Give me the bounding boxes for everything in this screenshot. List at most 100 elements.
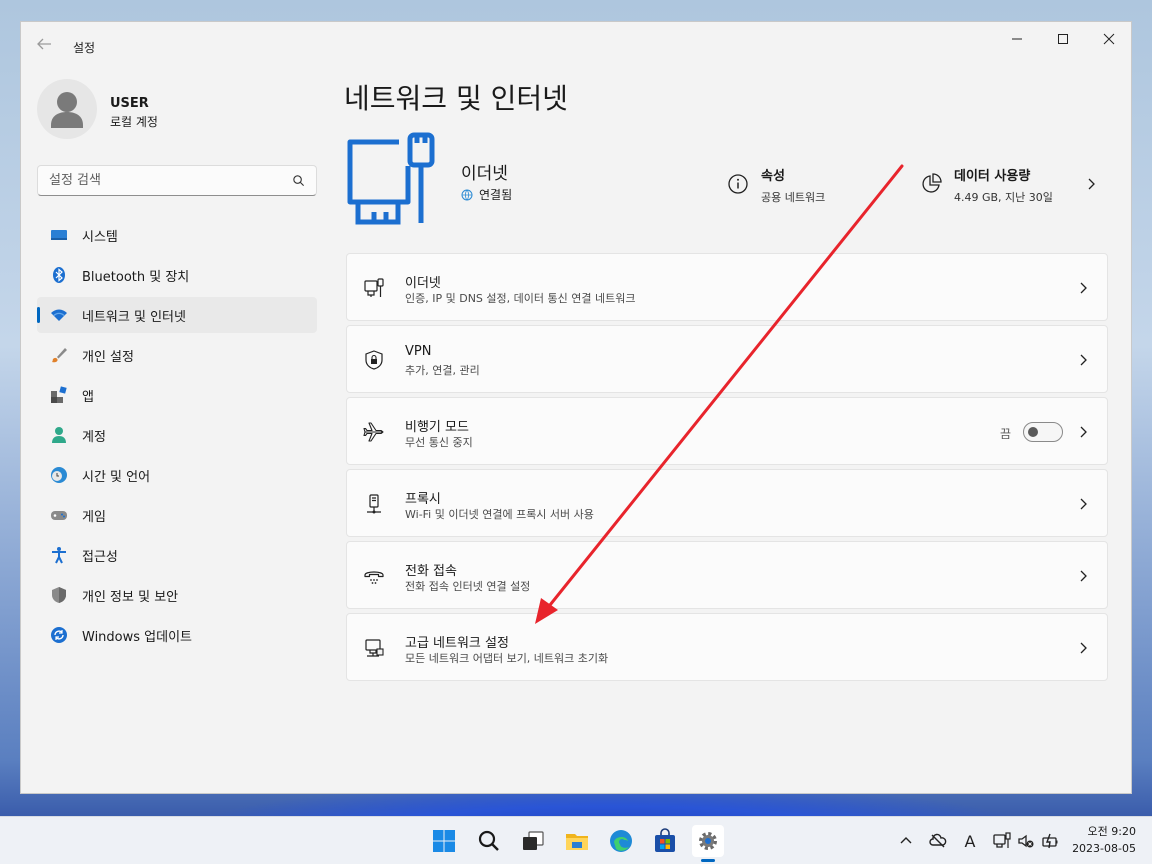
sidebar-item-label: 앱 <box>82 389 94 405</box>
chevron-right-icon[interactable] <box>1085 177 1097 191</box>
active-app-indicator <box>701 859 715 862</box>
sidebar-item-personalization[interactable]: 개인 설정 <box>37 337 317 373</box>
gamepad-icon <box>49 505 69 525</box>
system-clock[interactable]: 오전 9:20 2023-08-05 <box>1072 823 1136 857</box>
file-explorer-button[interactable] <box>561 825 593 857</box>
ethernet-tray-icon <box>993 832 1011 848</box>
apps-icon <box>49 385 69 405</box>
network-tray-icon[interactable] <box>992 831 1012 851</box>
app-title: 설정 <box>73 41 96 55</box>
card-ethernet[interactable]: 이더넷 인증, IP 및 DNS 설정, 데이터 통신 연결 네트워크 <box>346 253 1108 321</box>
back-button[interactable] <box>35 36 53 52</box>
volume-tray-icon[interactable] <box>1016 831 1036 851</box>
sidebar-item-apps[interactable]: 앱 <box>37 377 317 413</box>
sidebar-item-network[interactable]: 네트워크 및 인터넷 <box>37 297 317 333</box>
taskbar: A 오전 9:20 2023-08-05 <box>0 816 1152 864</box>
sidebar-item-label: 네트워크 및 인터넷 <box>82 309 186 325</box>
sidebar-item-bluetooth[interactable]: Bluetooth 및 장치 <box>37 257 317 293</box>
card-title: 프록시 <box>405 492 441 507</box>
maximize-button[interactable] <box>1040 22 1086 56</box>
system-icon <box>49 225 69 245</box>
data-usage-title: 데이터 사용량 <box>954 169 1031 184</box>
vpn-shield-icon <box>365 350 383 370</box>
search-input[interactable] <box>38 166 288 195</box>
battery-tray-icon[interactable] <box>1040 831 1060 851</box>
chevron-right-icon <box>1080 354 1087 366</box>
sidebar-item-label: 개인 정보 및 보안 <box>82 589 179 605</box>
search-icon[interactable] <box>292 174 305 187</box>
chevron-right-icon <box>1080 498 1087 510</box>
cloud-offline-icon <box>929 833 947 848</box>
sidebar-item-label: 계정 <box>82 429 106 445</box>
chevron-right-icon <box>1080 642 1087 654</box>
accessibility-icon <box>49 545 69 565</box>
avatar[interactable] <box>37 79 97 139</box>
card-subtitle: Wi-Fi 및 이더넷 연결에 프록시 서버 사용 <box>405 508 594 521</box>
chevron-right-icon <box>1080 570 1087 582</box>
advanced-network-icon <box>365 639 384 657</box>
bluetooth-icon <box>49 265 69 285</box>
data-usage-subtitle: 4.49 GB, 지난 30일 <box>954 191 1053 204</box>
settings-app-button[interactable] <box>692 825 724 857</box>
info-icon <box>728 174 748 194</box>
sidebar-item-windows-update[interactable]: Windows 업데이트 <box>37 617 317 653</box>
onedrive-tray-icon[interactable] <box>928 831 948 851</box>
ethernet-computer-icon <box>347 132 435 225</box>
card-subtitle: 무선 통신 중지 <box>405 436 473 449</box>
card-title: 고급 네트워크 설정 <box>405 636 509 651</box>
task-view-button[interactable] <box>517 825 549 857</box>
properties-subtitle: 공용 네트워크 <box>761 191 826 204</box>
card-subtitle: 전화 접속 인터넷 연결 설정 <box>405 580 531 593</box>
connection-status: 연결됨 <box>461 186 512 203</box>
card-airplane-mode[interactable]: 비행기 모드 무선 통신 중지 끔 <box>346 397 1108 465</box>
edge-button[interactable] <box>605 825 637 857</box>
pie-chart-icon <box>922 173 942 193</box>
sidebar-item-label: 시간 및 언어 <box>82 469 151 485</box>
connection-name: 이더넷 <box>461 164 508 184</box>
update-icon <box>49 625 69 645</box>
close-icon <box>1103 33 1115 45</box>
back-arrow-icon <box>37 38 51 50</box>
sidebar-item-label: 개인 설정 <box>82 349 134 365</box>
minimize-button[interactable] <box>994 22 1040 56</box>
card-subtitle: 모든 네트워크 어댑터 보기, 네트워크 초기화 <box>405 652 609 665</box>
maximize-icon <box>1058 34 1068 44</box>
store-button[interactable] <box>649 825 681 857</box>
sidebar-item-privacy[interactable]: 개인 정보 및 보안 <box>37 577 317 613</box>
chevron-right-icon <box>1080 426 1087 438</box>
file-explorer-icon <box>566 834 588 850</box>
clock-date: 2023-08-05 <box>1072 842 1136 855</box>
sidebar-item-accounts[interactable]: 계정 <box>37 417 317 453</box>
card-proxy[interactable]: 프록시 Wi-Fi 및 이더넷 연결에 프록시 서버 사용 <box>346 469 1108 537</box>
sidebar-item-gaming[interactable]: 게임 <box>37 497 317 533</box>
taskbar-search-button[interactable] <box>473 825 505 857</box>
search-box[interactable] <box>37 165 317 196</box>
start-button[interactable] <box>428 825 460 857</box>
ime-indicator[interactable]: A <box>960 831 980 851</box>
task-view-icon <box>523 831 544 850</box>
user-account-type: 로컬 계정 <box>110 115 158 129</box>
close-button[interactable] <box>1086 22 1132 56</box>
user-name: USER <box>110 96 149 111</box>
user-silhouette-icon <box>51 92 83 128</box>
sidebar-nav: 시스템 Bluetooth 및 장치 네트워크 및 인터넷 개인 설정 앱 계정… <box>37 217 317 657</box>
card-vpn[interactable]: VPN 추가, 연결, 관리 <box>346 325 1108 393</box>
store-icon <box>655 828 675 852</box>
show-hidden-icons-button[interactable] <box>896 831 916 851</box>
sidebar-item-time-language[interactable]: 시간 및 언어 <box>37 457 317 493</box>
properties-title: 속성 <box>761 169 785 184</box>
card-advanced-network-settings[interactable]: 고급 네트워크 설정 모든 네트워크 어댑터 보기, 네트워크 초기화 <box>346 613 1108 681</box>
airplane-mode-toggle[interactable] <box>1023 422 1063 442</box>
data-usage-link[interactable]: 데이터 사용량 4.49 GB, 지난 30일 <box>920 163 1053 205</box>
page-title: 네트워크 및 인터넷 <box>344 82 568 115</box>
card-dial-up[interactable]: 전화 접속 전화 접속 인터넷 연결 설정 <box>346 541 1108 609</box>
sidebar-item-system[interactable]: 시스템 <box>37 217 317 253</box>
toggle-state-label: 끔 <box>999 427 1011 441</box>
properties-link[interactable]: 속성 공용 네트워크 <box>727 163 825 205</box>
card-title: VPN <box>405 344 432 359</box>
battery-charging-icon <box>1042 833 1058 849</box>
toggle-knob <box>1028 427 1038 437</box>
card-subtitle: 추가, 연결, 관리 <box>405 364 480 377</box>
sidebar-item-label: Bluetooth 및 장치 <box>82 269 190 285</box>
sidebar-item-accessibility[interactable]: 접근성 <box>37 537 317 573</box>
